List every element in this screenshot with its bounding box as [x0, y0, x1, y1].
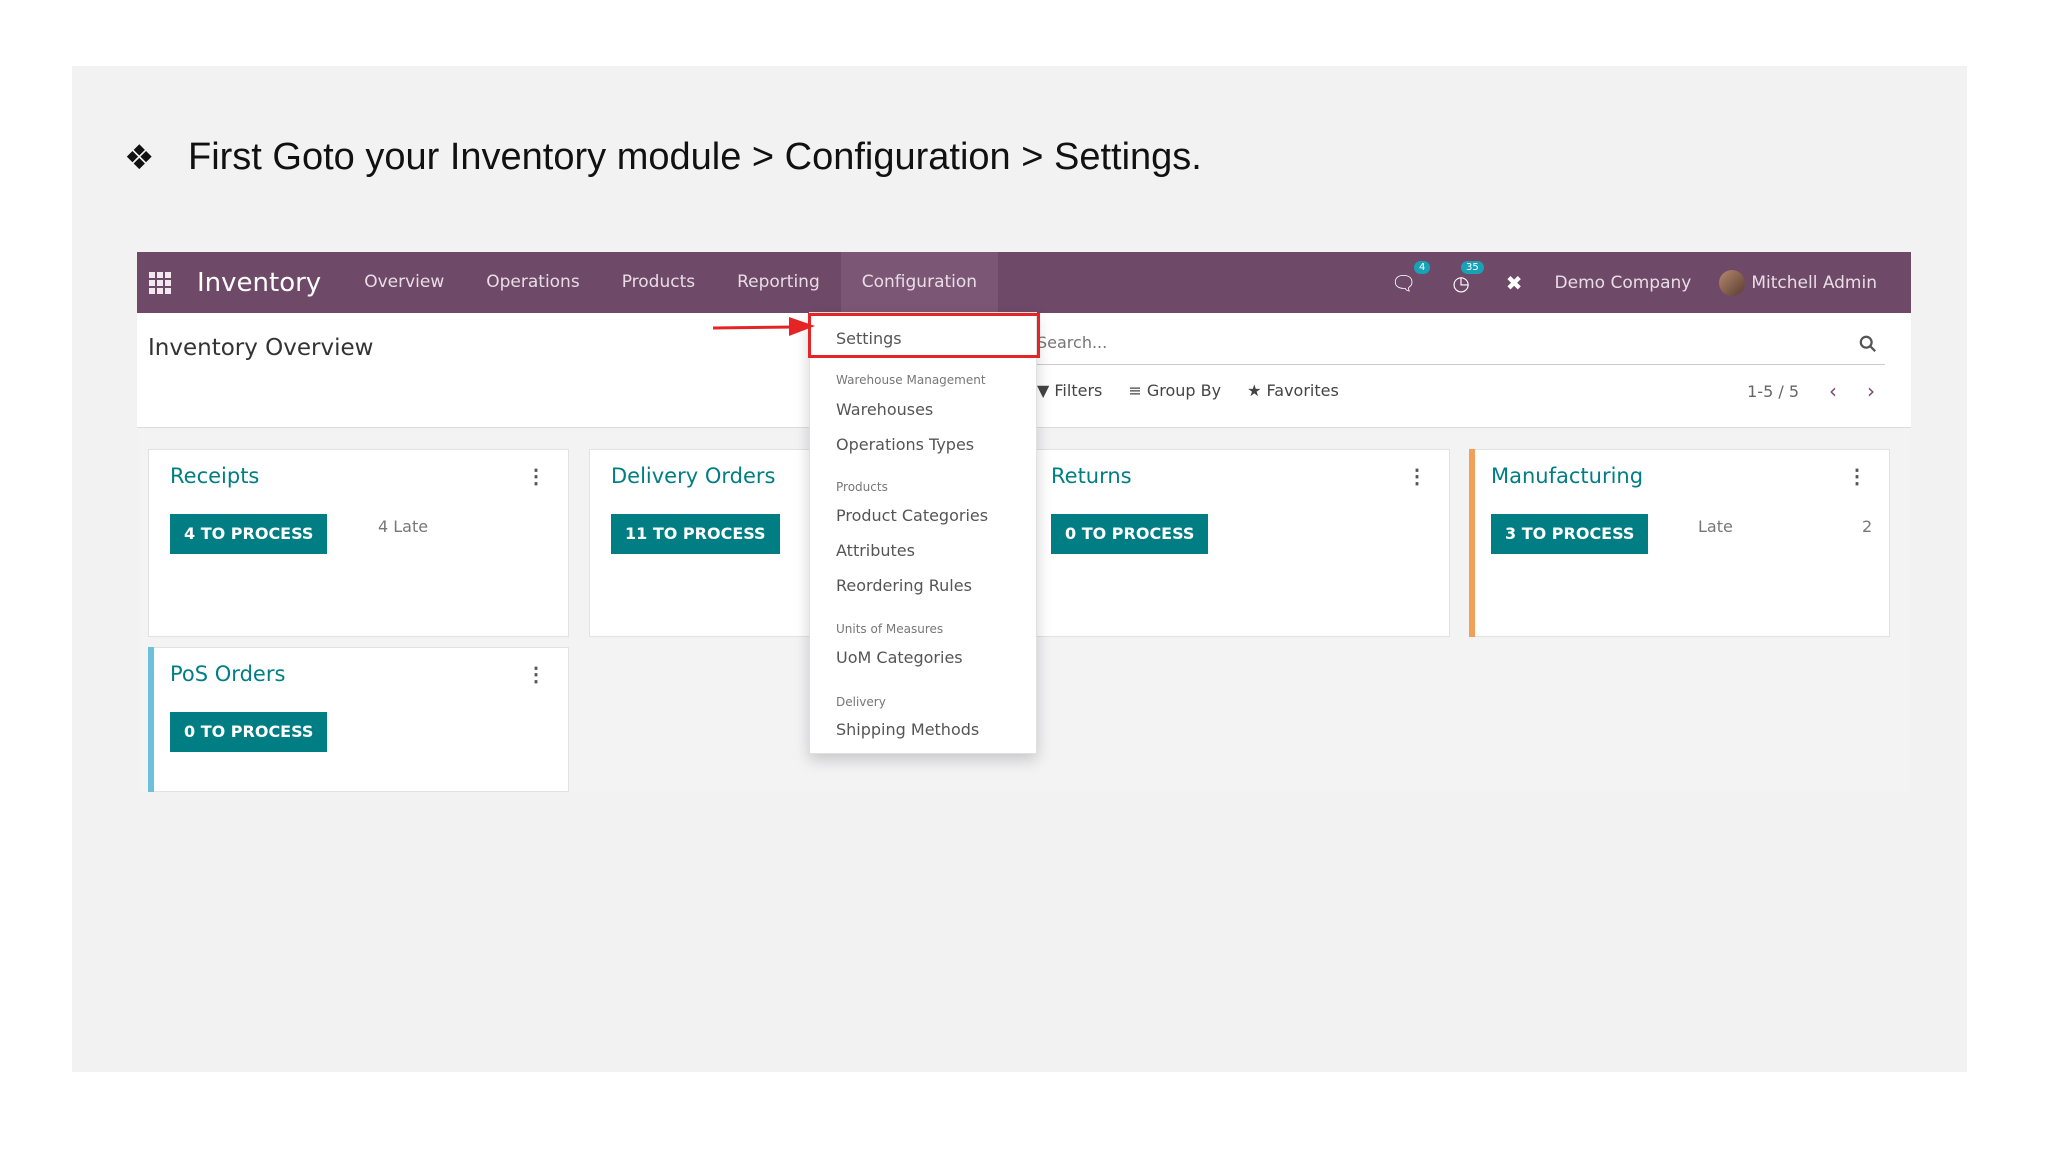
card-title[interactable]: PoS Orders: [170, 662, 285, 686]
slide: ❖ First Goto your Inventory module > Con…: [72, 66, 1967, 1072]
card-manufacturing[interactable]: Manufacturing ⋮ 3 TO PROCESS Late 2: [1469, 449, 1890, 637]
favorites-button[interactable]: ★ Favorites: [1247, 381, 1339, 400]
card-accent: [148, 647, 154, 792]
late-link[interactable]: 4 Late: [378, 517, 428, 536]
card-title[interactable]: Returns: [1051, 464, 1132, 488]
menu-header-warehouse: Warehouse Management: [836, 373, 986, 387]
to-process-button[interactable]: 11 TO PROCESS: [611, 514, 780, 554]
pager: 1-5 / 5 ‹ ›: [1747, 379, 1875, 403]
menu-overview[interactable]: Overview: [343, 252, 465, 313]
activity-badge: 35: [1461, 260, 1484, 274]
menu-item-attributes[interactable]: Attributes: [836, 541, 915, 560]
configuration-dropdown: Settings Warehouse Management Warehouses…: [808, 312, 1040, 754]
to-process-button[interactable]: 0 TO PROCESS: [170, 712, 328, 752]
menu-configuration[interactable]: Configuration: [840, 252, 999, 313]
menu-item-settings[interactable]: Settings: [836, 329, 902, 348]
menu-item-uom-categories[interactable]: UoM Categories: [836, 648, 963, 667]
kebab-menu-icon[interactable]: ⋮: [1407, 464, 1427, 489]
menu-header-delivery: Delivery: [836, 695, 886, 709]
menu-header-products: Products: [836, 480, 888, 494]
kebab-menu-icon[interactable]: ⋮: [1847, 464, 1867, 489]
user-menu[interactable]: Mitchell Admin: [1719, 269, 1877, 296]
menu-item-product-categories[interactable]: Product Categories: [836, 506, 988, 525]
main-menu: Overview Operations Products Reporting C…: [343, 252, 999, 313]
kebab-menu-icon[interactable]: ⋮: [526, 662, 546, 687]
navbar-systray: 🗨 4 ◷ 35 ✖ Demo Company Mitchell Admin: [1373, 252, 1891, 313]
top-navbar: Inventory Overview Operations Products R…: [137, 252, 1911, 313]
card-title[interactable]: Manufacturing: [1491, 464, 1643, 488]
kebab-menu-icon[interactable]: ⋮: [526, 464, 546, 489]
bullet-icon: ❖: [124, 137, 155, 178]
instruction-text: First Goto your Inventory module > Confi…: [188, 136, 1202, 178]
search-icon[interactable]: [1859, 335, 1877, 353]
to-process-button[interactable]: 0 TO PROCESS: [1051, 514, 1209, 554]
star-icon: ★: [1247, 381, 1267, 400]
menu-reporting[interactable]: Reporting: [716, 252, 841, 313]
activity-clock-icon[interactable]: ◷ 35: [1452, 260, 1484, 295]
card-accent: [1469, 449, 1475, 637]
menu-item-shipping-methods[interactable]: Shipping Methods: [836, 720, 979, 739]
menu-header-uom: Units of Measures: [836, 622, 944, 636]
filters-button[interactable]: ▼ Filters: [1037, 381, 1102, 400]
card-returns[interactable]: Returns ⋮ 0 TO PROCESS: [1029, 449, 1450, 637]
card-receipts[interactable]: Receipts ⋮ 4 TO PROCESS 4 Late: [148, 449, 569, 637]
late-link[interactable]: Late: [1698, 517, 1733, 536]
menu-operations[interactable]: Operations: [465, 252, 600, 313]
menu-item-operations-types[interactable]: Operations Types: [836, 435, 974, 454]
group-by-button[interactable]: ≡ Group By: [1128, 381, 1221, 400]
avatar: [1719, 269, 1746, 296]
inventory-app-screenshot: Inventory Overview Operations Products R…: [137, 252, 1911, 792]
instruction-line: ❖ First Goto your Inventory module > Con…: [124, 136, 1202, 179]
app-name[interactable]: Inventory: [197, 268, 321, 298]
search-options: ▼ Filters ≡ Group By ★ Favorites: [1037, 381, 1365, 400]
card-title[interactable]: Receipts: [170, 464, 259, 488]
search-input[interactable]: [1037, 333, 1837, 352]
card-title[interactable]: Delivery Orders: [611, 464, 775, 488]
search-bar: [1037, 327, 1885, 365]
to-process-button[interactable]: 4 TO PROCESS: [170, 514, 328, 554]
menu-products[interactable]: Products: [601, 252, 716, 313]
red-arrow-icon: [712, 317, 815, 336]
card-pos-orders[interactable]: PoS Orders ⋮ 0 TO PROCESS: [148, 647, 569, 792]
pager-value[interactable]: 1-5 / 5: [1747, 382, 1799, 401]
menu-item-reordering-rules[interactable]: Reordering Rules: [836, 576, 972, 595]
menu-item-warehouses[interactable]: Warehouses: [836, 400, 933, 419]
chat-badge: 4: [1413, 260, 1431, 274]
company-switcher[interactable]: Demo Company: [1555, 273, 1692, 293]
close-icon[interactable]: ✖: [1506, 271, 1523, 295]
filter-icon: ▼: [1037, 381, 1055, 400]
chat-icon[interactable]: 🗨 4: [1391, 260, 1431, 295]
app-grid-icon[interactable]: [149, 271, 173, 294]
list-icon: ≡: [1128, 381, 1147, 400]
to-process-button[interactable]: 3 TO PROCESS: [1491, 514, 1649, 554]
late-count[interactable]: 2: [1862, 517, 1872, 536]
chevron-left-icon[interactable]: ‹: [1829, 379, 1837, 403]
user-name: Mitchell Admin: [1751, 272, 1877, 293]
page-title: Inventory Overview: [148, 335, 374, 361]
chevron-right-icon[interactable]: ›: [1867, 379, 1875, 403]
